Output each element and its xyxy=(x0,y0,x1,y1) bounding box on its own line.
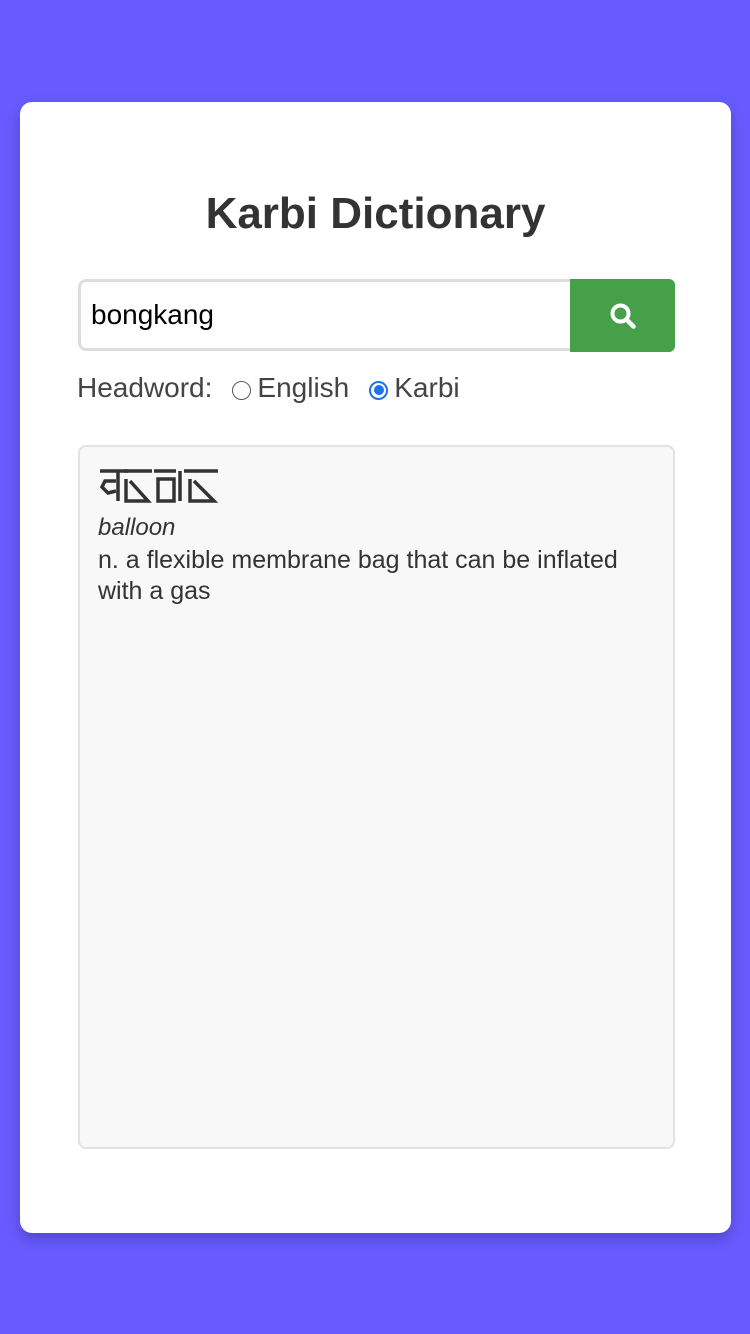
radio-option-karbi[interactable]: Karbi xyxy=(369,372,460,404)
search-input[interactable] xyxy=(78,279,573,351)
entry-gloss: balloon xyxy=(98,514,176,541)
radio-english[interactable] xyxy=(232,380,252,400)
radio-label-karbi: Karbi xyxy=(394,372,460,403)
karbi-script-icon xyxy=(99,469,219,503)
radio-karbi[interactable] xyxy=(369,380,389,400)
headword-script-glyphs xyxy=(98,465,655,509)
radio-label-english: English xyxy=(257,372,350,403)
headword-selector: Headword: English Karbi xyxy=(77,368,480,408)
dictionary-card: Karbi Dictionary Headword: English Karbi xyxy=(20,102,731,1233)
headword-label: Headword: xyxy=(77,372,213,403)
results-panel: balloon n. a flexible membrane bag that … xyxy=(78,445,675,1149)
entry-definition: n. a flexible membrane bag that can be i… xyxy=(98,546,618,605)
radio-option-english[interactable]: English xyxy=(232,372,349,404)
search-icon xyxy=(610,303,636,329)
page-title: Karbi Dictionary xyxy=(205,189,546,238)
search-button[interactable] xyxy=(570,279,675,352)
